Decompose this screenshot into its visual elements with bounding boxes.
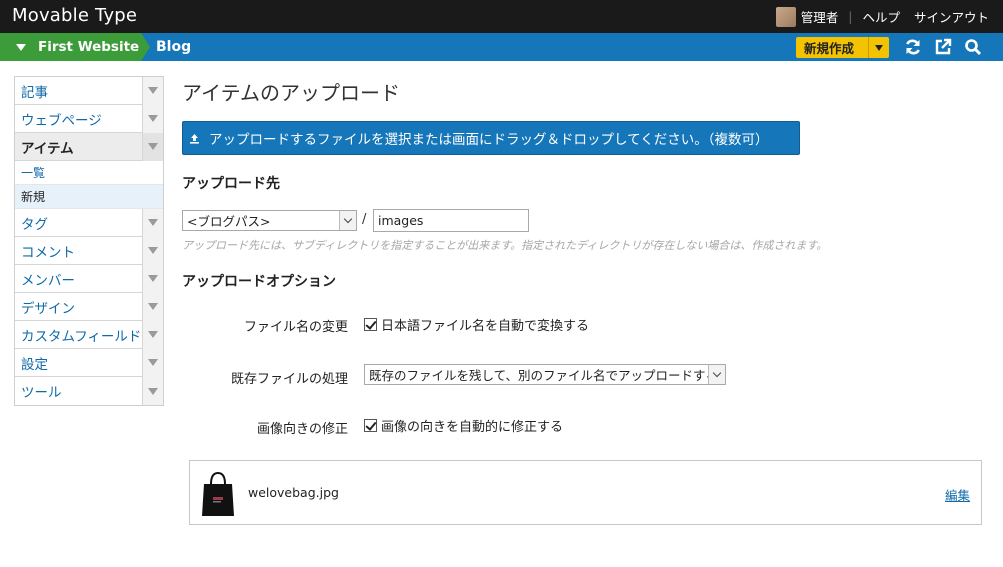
expand-arrow-icon[interactable] — [142, 132, 163, 161]
sidebar-subitem-list[interactable]: 一覧 — [15, 161, 163, 185]
sidebar-item-tools[interactable]: ツール — [15, 377, 163, 405]
sidebar-item-comments[interactable]: コメント — [15, 236, 163, 265]
expand-arrow-icon[interactable] — [142, 348, 163, 377]
path-separator: / — [362, 212, 367, 227]
edit-file-link[interactable]: 編集 — [945, 485, 970, 504]
upload-file-button[interactable]: アップロードするファイルを選択または画面にドラッグ＆ドロップしてください。（複数… — [182, 121, 800, 155]
destination-path-value: <ブログパス> — [187, 214, 271, 229]
user-menu: 管理者 | ヘルプ サインアウト — [775, 0, 989, 33]
sidebar-item-custom-fields[interactable]: カスタムフィールド — [15, 320, 163, 349]
caret-down-icon — [875, 44, 883, 51]
destination-directory-input[interactable]: images — [373, 209, 529, 232]
destination-heading: アップロード先 — [182, 176, 280, 192]
sidebar-item-members[interactable]: メンバー — [15, 264, 163, 293]
orientation-option-label: 画像向きの修正 — [256, 422, 348, 437]
upload-button-label: アップロードするファイルを選択または画面にドラッグ＆ドロップしてください。（複数… — [209, 132, 769, 148]
expand-arrow-icon[interactable] — [142, 264, 163, 293]
search-icon[interactable] — [964, 38, 982, 56]
help-link[interactable]: ヘルプ — [862, 7, 900, 26]
existing-file-label: 既存ファイルの処理 — [230, 372, 348, 387]
upload-icon — [190, 133, 199, 144]
sidebar-item-label: タグ — [21, 216, 48, 233]
file-name: welovebag.jpg — [248, 485, 339, 500]
create-new-button[interactable]: 新規作成 — [796, 37, 889, 58]
sidebar-item-label: カスタムフィールド — [21, 328, 142, 345]
page-title: アイテムのアップロード — [182, 81, 400, 105]
destination-path-select[interactable]: <ブログパス> — [182, 210, 357, 231]
app-logo[interactable]: Movable Type — [12, 5, 137, 26]
divider: | — [848, 9, 853, 24]
filename-option-label: ファイル名の変更 — [243, 320, 348, 335]
existing-file-select[interactable]: 既存のファイルを残して、別のファイル名でアップロードする — [364, 364, 726, 385]
view-site-icon[interactable] — [934, 38, 952, 56]
caret-down-icon — [16, 43, 26, 51]
signout-link[interactable]: サインアウト — [914, 7, 989, 26]
sidebar-item-label: コメント — [21, 244, 75, 261]
user-name-link[interactable]: 管理者 — [801, 7, 839, 26]
orientation-option[interactable]: 画像の向きを自動的に修正する — [364, 416, 563, 435]
expand-arrow-icon[interactable] — [142, 208, 163, 237]
expand-arrow-icon[interactable] — [142, 320, 163, 349]
expand-arrow-icon[interactable] — [142, 104, 163, 133]
chevron-down-icon — [339, 211, 356, 230]
options-heading: アップロードオプション — [182, 274, 336, 290]
create-new-dropdown[interactable] — [868, 37, 889, 58]
sidebar-item-pages[interactable]: ウェブページ — [15, 104, 163, 133]
sidebar-item-label: アイテム — [21, 140, 74, 157]
checkbox-checked-icon[interactable] — [364, 419, 377, 432]
create-new-label: 新規作成 — [804, 41, 855, 56]
chevron-down-icon — [708, 365, 725, 384]
website-switcher[interactable]: First Website — [0, 33, 141, 61]
sidebar-item-entries[interactable]: 記事 — [15, 76, 163, 105]
filename-option-text[interactable]: 日本語ファイル名を自動で変換する — [381, 315, 589, 334]
refresh-icon[interactable] — [904, 38, 922, 56]
sidebar-item-label: デザイン — [21, 300, 75, 317]
sidebar-item-settings[interactable]: 設定 — [15, 348, 163, 377]
sidebar-item-label: 設定 — [21, 356, 48, 373]
sidebar-item-label: メンバー — [21, 272, 75, 289]
existing-file-value: 既存のファイルを残して、別のファイル名でアップロードする — [369, 368, 719, 383]
filename-option[interactable]: 日本語ファイル名を自動で変換する — [364, 315, 589, 334]
file-thumbnail[interactable] — [199, 470, 237, 518]
sidebar-menu: 記事 ウェブページ アイテム 一覧 新規 タグ コメント メンバー デザイン カ… — [14, 76, 164, 406]
website-name: First Website — [38, 39, 140, 55]
expand-arrow-icon[interactable] — [142, 236, 163, 265]
expand-arrow-icon[interactable] — [142, 377, 163, 405]
sidebar-item-design[interactable]: デザイン — [15, 292, 163, 321]
checkbox-checked-icon[interactable] — [364, 318, 377, 331]
sidebar-item-label: ツール — [21, 385, 62, 401]
destination-hint: アップロード先には、サブディレクトリを指定することが出来ます。指定されたディレク… — [182, 239, 828, 252]
user-avatar[interactable] — [775, 6, 796, 27]
breadcrumb-arrow — [141, 33, 150, 61]
context-bar: First Website Blog 新規作成 — [0, 33, 1003, 61]
orientation-option-text[interactable]: 画像の向きを自動的に修正する — [381, 416, 563, 435]
blog-link[interactable]: Blog — [156, 33, 191, 61]
sidebar-item-label: ウェブページ — [21, 112, 102, 129]
top-bar: Movable Type 管理者 | ヘルプ サインアウト — [0, 0, 1003, 33]
sidebar-item-tags[interactable]: タグ — [15, 208, 163, 237]
uploaded-file-row: welovebag.jpg 編集 — [189, 460, 982, 525]
sidebar-item-label: 記事 — [21, 84, 48, 101]
expand-arrow-icon[interactable] — [142, 76, 163, 105]
sidebar-subitem-new[interactable]: 新規 — [15, 185, 163, 209]
sidebar-item-assets[interactable]: アイテム — [15, 132, 163, 161]
expand-arrow-icon[interactable] — [142, 292, 163, 321]
